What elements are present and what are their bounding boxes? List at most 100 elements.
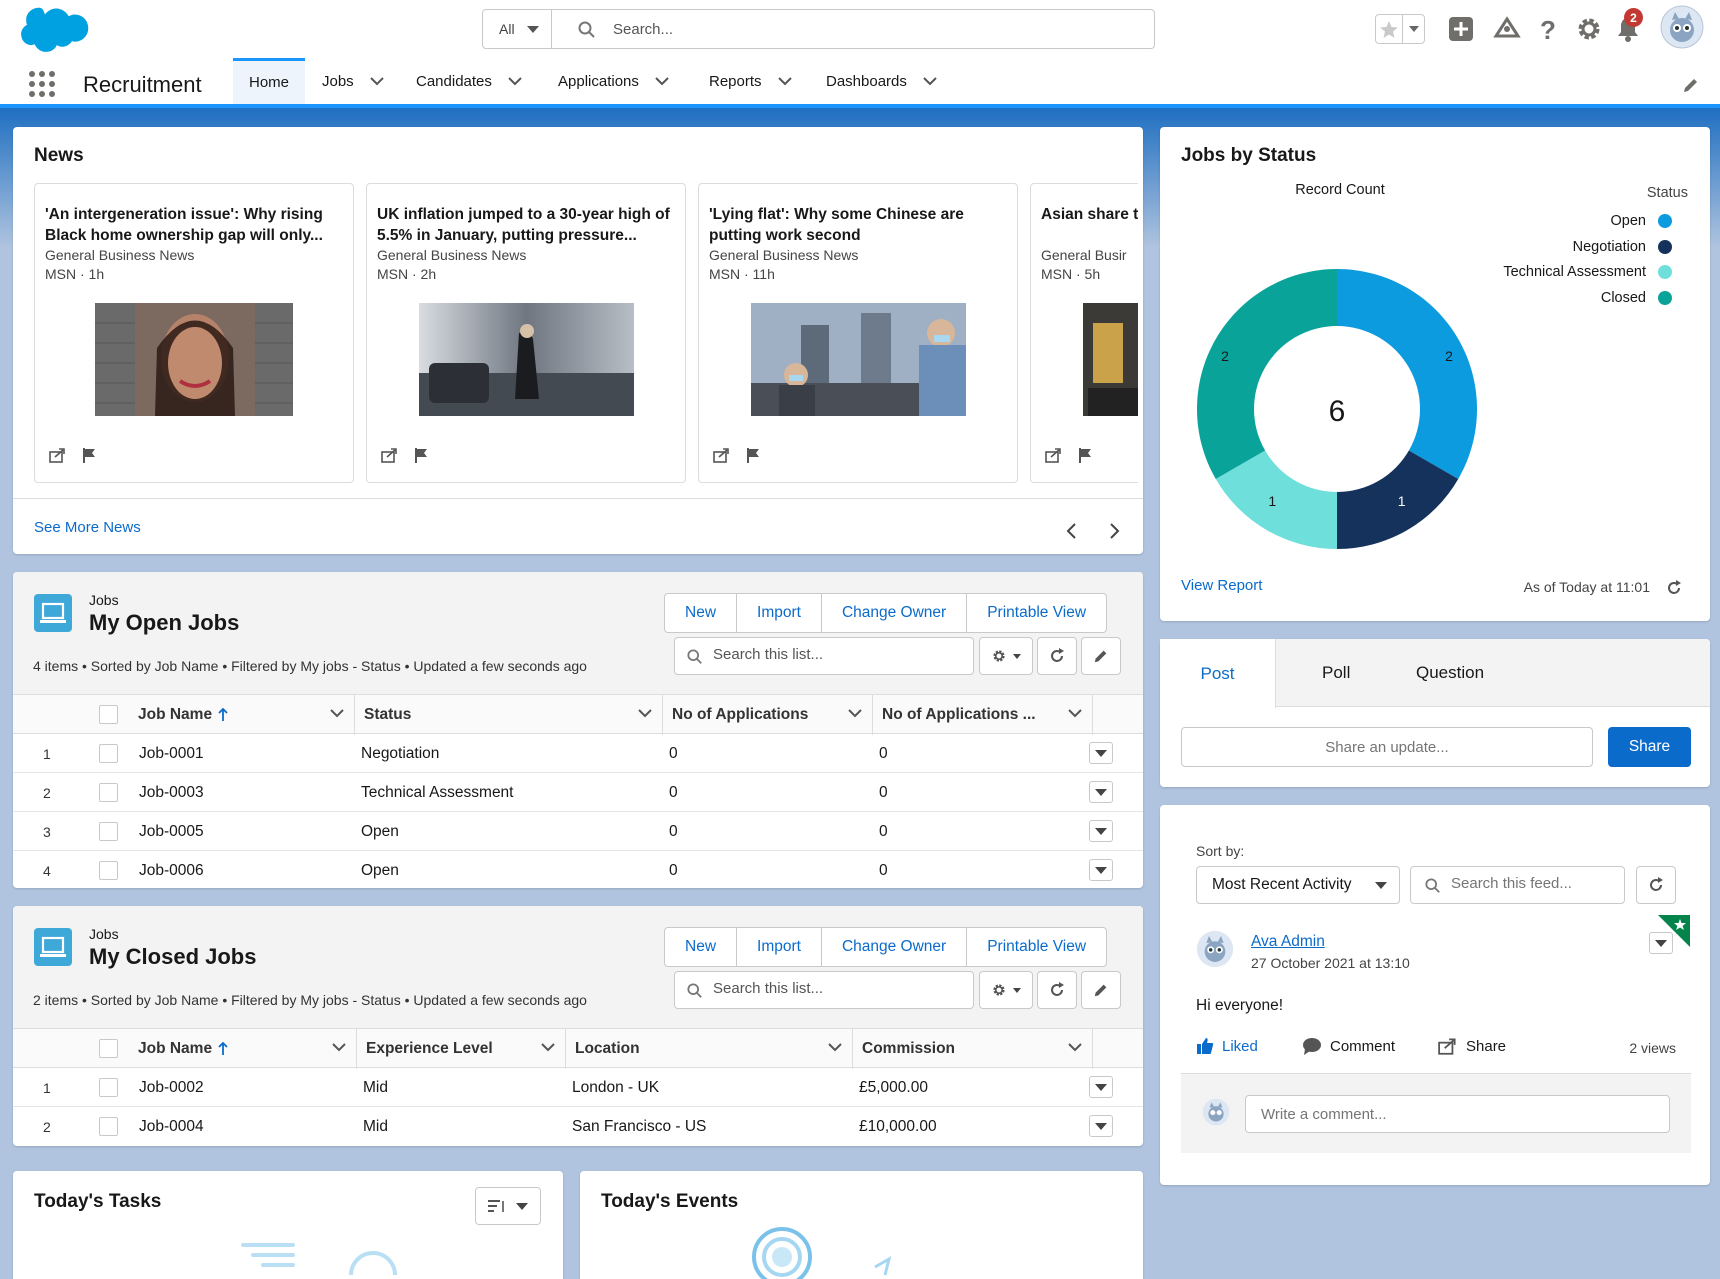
job-name-link[interactable]: Job-0005 — [139, 812, 204, 851]
job-name-link[interactable]: Job-0006 — [139, 851, 204, 890]
column-header-applications[interactable]: No of Applications — [663, 695, 873, 735]
column-header-applications-2[interactable]: No of Applications ... — [873, 695, 1093, 735]
column-header-status[interactable]: Status — [355, 695, 663, 735]
post-author-link[interactable]: Ava Admin — [1251, 933, 1325, 951]
list-search-input[interactable] — [713, 646, 963, 663]
flag-icon[interactable] — [1077, 447, 1093, 463]
job-name-link[interactable]: Job-0002 — [139, 1068, 204, 1107]
news-thumbnail-image[interactable] — [419, 303, 634, 416]
import-button[interactable]: Import — [737, 594, 822, 632]
news-headline[interactable]: 'An intergeneration issue': Why rising B… — [45, 204, 343, 246]
donut-slice-closed[interactable] — [1197, 269, 1337, 479]
view-report-link[interactable]: View Report — [1181, 577, 1262, 594]
legend-item[interactable]: Open — [1611, 213, 1672, 229]
new-button[interactable]: New — [665, 594, 738, 632]
list-refresh-button[interactable] — [1037, 637, 1077, 675]
tab-candidates[interactable]: Candidates — [416, 58, 522, 104]
row-actions-menu[interactable] — [1089, 820, 1113, 842]
global-search-input[interactable] — [613, 18, 1133, 40]
change-owner-button[interactable]: Change Owner — [822, 594, 968, 632]
new-button[interactable]: New — [665, 928, 738, 966]
carousel-next-icon[interactable] — [1109, 522, 1121, 540]
row-actions-menu[interactable] — [1089, 1076, 1113, 1098]
chevron-down-icon[interactable] — [848, 709, 862, 718]
news-item[interactable]: UK inflation jumped to a 30-year high of… — [366, 183, 686, 483]
user-avatar[interactable] — [1660, 5, 1704, 49]
row-actions-menu[interactable] — [1089, 781, 1113, 803]
row-checkbox[interactable] — [99, 783, 118, 802]
list-title[interactable]: My Open Jobs — [89, 610, 239, 636]
import-button[interactable]: Import — [737, 928, 822, 966]
printable-view-button[interactable]: Printable View — [967, 928, 1106, 966]
post-author-avatar[interactable] — [1196, 930, 1234, 968]
setup-gear-icon[interactable] — [1574, 14, 1604, 44]
change-owner-button[interactable]: Change Owner — [822, 928, 968, 966]
row-checkbox[interactable] — [99, 1078, 118, 1097]
row-actions-menu[interactable] — [1089, 859, 1113, 881]
job-name-link[interactable]: Job-0001 — [139, 734, 204, 773]
feed-search-input[interactable] — [1451, 875, 1616, 892]
list-settings-button[interactable] — [979, 637, 1033, 675]
refresh-icon[interactable] — [1665, 579, 1683, 597]
donut-slice-open[interactable] — [1337, 269, 1477, 479]
chevron-down-icon[interactable] — [332, 1043, 346, 1052]
list-edit-button[interactable] — [1081, 971, 1121, 1009]
salesforce-logo[interactable] — [16, 6, 90, 54]
help-icon[interactable]: ? — [1532, 14, 1562, 44]
chevron-down-icon[interactable] — [369, 76, 384, 86]
tab-jobs[interactable]: Jobs — [322, 58, 384, 104]
chevron-down-icon[interactable] — [828, 1043, 842, 1052]
legend-item[interactable]: Technical Assessment — [1503, 264, 1672, 280]
news-thumbnail-image[interactable] — [1083, 303, 1138, 416]
chevron-down-icon[interactable] — [655, 76, 669, 86]
search-scope-dropdown[interactable]: All — [483, 10, 552, 48]
chevron-down-icon[interactable] — [541, 1043, 555, 1052]
chevron-down-icon[interactable] — [638, 709, 652, 718]
chevron-down-icon[interactable] — [777, 76, 792, 86]
row-checkbox[interactable] — [99, 861, 118, 880]
see-more-news-link[interactable]: See More News — [34, 519, 141, 536]
news-item[interactable]: Asian share tensions, ch General Busir M… — [1030, 183, 1138, 483]
list-title[interactable]: My Closed Jobs — [89, 944, 256, 970]
share-update-input[interactable] — [1181, 727, 1593, 767]
carousel-prev-icon[interactable] — [1065, 522, 1077, 540]
printable-view-button[interactable]: Printable View — [967, 594, 1106, 632]
flag-icon[interactable] — [81, 447, 97, 463]
global-actions-add-icon[interactable] — [1446, 14, 1476, 44]
row-actions-menu[interactable] — [1089, 742, 1113, 764]
chevron-down-icon[interactable] — [923, 76, 937, 86]
share-post-button[interactable]: Share — [1438, 1037, 1506, 1055]
share-icon[interactable] — [381, 447, 399, 463]
legend-item[interactable]: Negotiation — [1573, 239, 1672, 255]
share-icon[interactable] — [1045, 447, 1063, 463]
chevron-down-icon[interactable] — [330, 709, 344, 718]
row-checkbox[interactable] — [99, 744, 118, 763]
column-header-job-name[interactable]: Job Name — [129, 695, 355, 735]
list-search-input[interactable] — [713, 980, 963, 997]
trailhead-icon[interactable] — [1492, 14, 1522, 44]
favorites-button[interactable] — [1375, 14, 1425, 44]
row-actions-menu[interactable] — [1089, 1115, 1113, 1137]
publisher-tab-poll[interactable]: Poll — [1322, 639, 1350, 707]
feed-refresh-button[interactable] — [1636, 866, 1676, 904]
row-checkbox[interactable] — [99, 822, 118, 841]
column-header-commission[interactable]: Commission — [853, 1029, 1093, 1069]
publisher-tab-post[interactable]: Post — [1160, 639, 1276, 708]
chevron-down-icon[interactable] — [1068, 1043, 1082, 1052]
news-item[interactable]: 'Lying flat': Why some Chinese are putti… — [698, 183, 1018, 483]
edit-nav-pencil-icon[interactable] — [1682, 76, 1700, 94]
row-checkbox[interactable] — [99, 1117, 118, 1136]
news-headline[interactable]: 'Lying flat': Why some Chinese are putti… — [709, 204, 1007, 246]
liked-button[interactable]: Liked — [1196, 1037, 1258, 1055]
select-all-checkbox[interactable] — [99, 1039, 118, 1058]
share-icon[interactable] — [713, 447, 731, 463]
app-launcher-icon[interactable] — [28, 70, 56, 98]
column-header-experience-level[interactable]: Experience Level — [357, 1029, 566, 1069]
news-headline[interactable]: UK inflation jumped to a 30-year high of… — [377, 204, 675, 246]
news-item[interactable]: 'An intergeneration issue': Why rising B… — [34, 183, 354, 483]
job-name-link[interactable]: Job-0004 — [139, 1107, 204, 1146]
tab-home[interactable]: Home — [233, 58, 306, 104]
tasks-filter-button[interactable] — [475, 1187, 541, 1225]
share-icon[interactable] — [49, 447, 67, 463]
comment-input[interactable] — [1245, 1095, 1670, 1133]
